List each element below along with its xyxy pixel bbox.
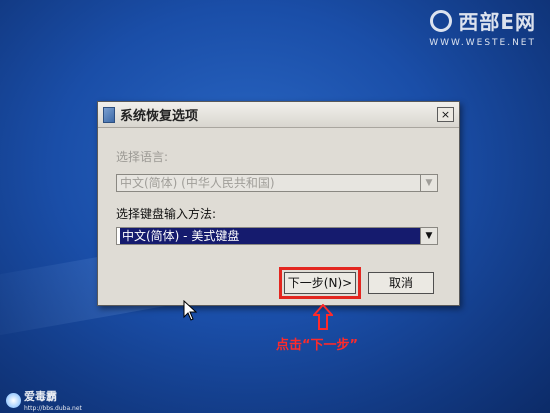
watermark-duba-name: 爱毒霸 (24, 390, 57, 403)
duba-logo-icon (6, 392, 21, 408)
watermark-duba-url: http://bbs.duba.net (24, 405, 82, 412)
system-recovery-dialog: 系统恢复选项 × 选择语言: 中文(简体) (中华人民共和国) ▼ 选择键盘输入… (97, 101, 460, 306)
watermark-brand: 西部E网 (458, 10, 536, 34)
weste-logo-icon (430, 9, 453, 32)
keyboard-select-value: 中文(简体) - 美式键盘 (120, 228, 420, 244)
language-label: 选择语言: (116, 150, 169, 164)
annotation-text: 点击“下一步” (276, 338, 359, 353)
watermark-weste: 西部E网 WWW.WESTE.NET (429, 6, 536, 48)
cancel-button[interactable]: 取消 (368, 272, 434, 294)
mouse-cursor-icon (183, 300, 198, 321)
keyboard-select[interactable]: 中文(简体) - 美式键盘 ▼ (116, 227, 438, 245)
keyboard-label: 选择键盘输入方法: (116, 207, 217, 221)
language-select: 中文(简体) (中华人民共和国) ▼ (116, 174, 438, 192)
next-button[interactable]: 下一步(N)> (279, 267, 361, 299)
up-arrow-icon (313, 304, 333, 330)
watermark-duba: 爱毒霸 http://bbs.duba.net (6, 388, 82, 412)
watermark-logo: 西部E网 (430, 6, 536, 35)
chevron-down-icon: ▼ (420, 175, 437, 191)
chevron-down-icon[interactable]: ▼ (420, 228, 437, 244)
watermark-url: WWW.WESTE.NET (429, 37, 536, 48)
recovery-icon (103, 106, 115, 123)
dialog-titlebar[interactable]: 系统恢复选项 × (98, 102, 459, 128)
language-select-value: 中文(简体) (中华人民共和国) (120, 176, 275, 190)
dialog-title: 系统恢复选项 (120, 109, 199, 124)
close-button[interactable]: × (437, 107, 454, 122)
